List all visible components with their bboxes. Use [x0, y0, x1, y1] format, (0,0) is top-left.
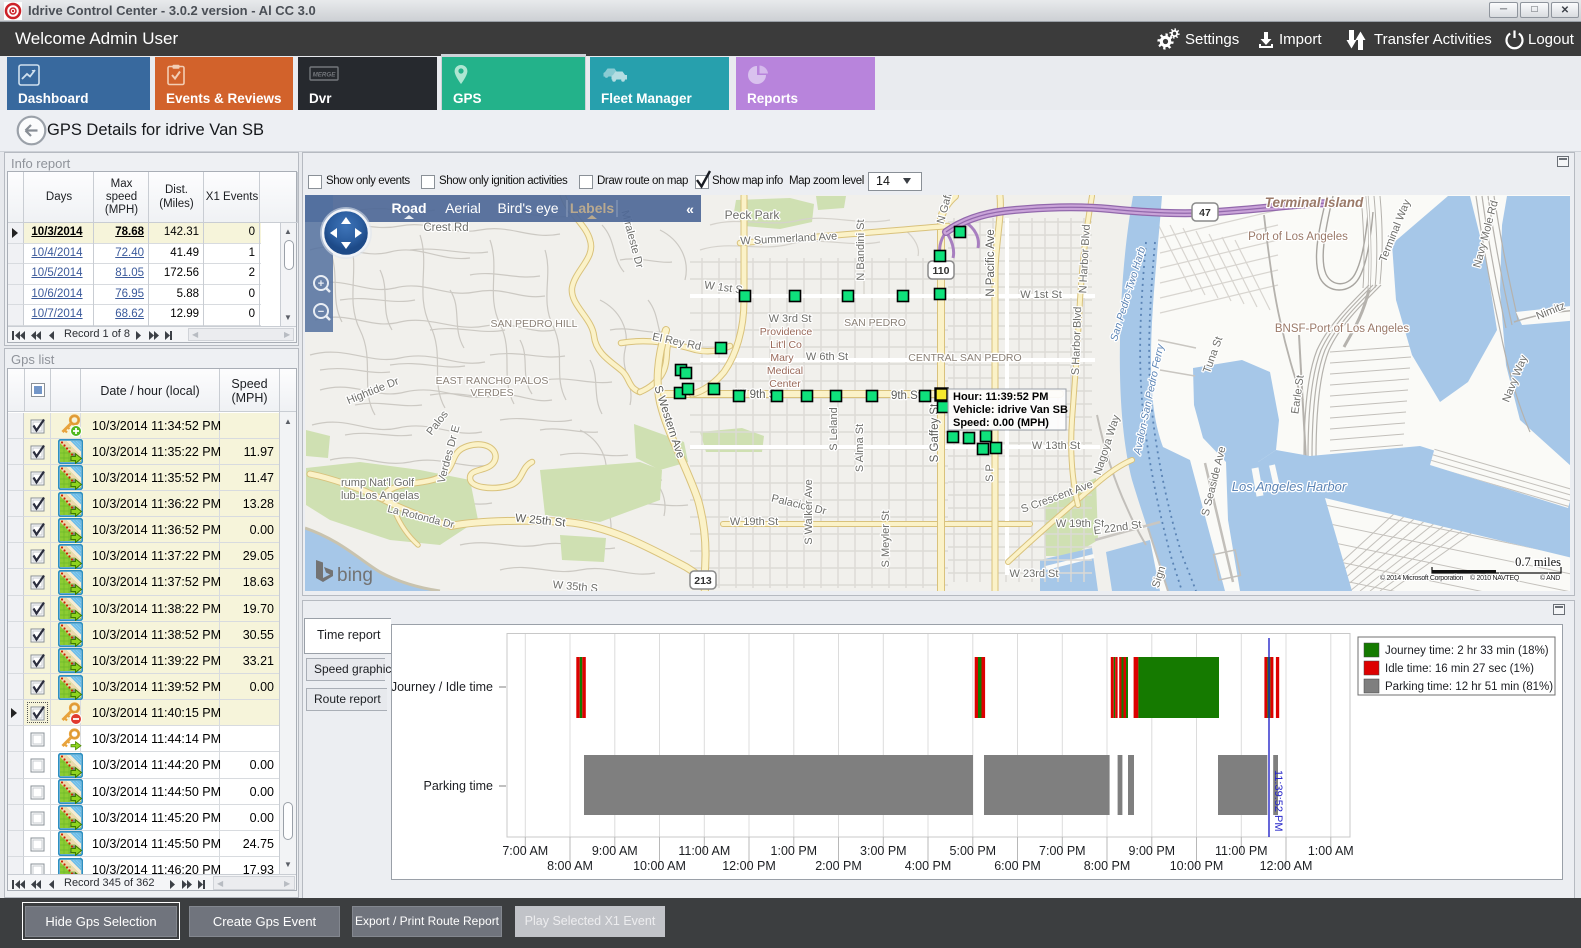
svg-text:12:00 PM: 12:00 PM: [722, 859, 776, 873]
svg-text:Los Angeles Harbor: Los Angeles Harbor: [1232, 479, 1347, 494]
svg-text:S Meyler St: S Meyler St: [880, 511, 892, 568]
svg-text:Hour: 11:39:52 PM: Hour: 11:39:52 PM: [953, 391, 1048, 403]
svg-text:© 2010 NAVTEQ: © 2010 NAVTEQ: [1470, 574, 1520, 582]
svg-text:© AND: © AND: [1540, 574, 1560, 582]
svg-text:110: 110: [933, 265, 950, 277]
svg-text:7:00 AM: 7:00 AM: [502, 844, 548, 858]
svg-text:Road: Road: [392, 200, 427, 216]
svg-text:Speed: 0.00 (MPH): Speed: 0.00 (MPH): [953, 417, 1049, 429]
svg-text:7:00 PM: 7:00 PM: [1039, 844, 1086, 858]
svg-text:C﻿ENTRAL S﻿AN P﻿EDRO: C﻿ENTRAL S﻿AN P﻿EDRO: [908, 352, 1021, 364]
svg-text:9th St: 9th St: [891, 390, 922, 402]
svg-text:Medical: Medical: [767, 365, 803, 377]
svg-text:+: +: [318, 278, 324, 290]
svg-text:W 6th St: W 6th St: [806, 351, 848, 363]
svg-text:11:00 AM: 11:00 AM: [678, 844, 730, 858]
svg-text:10:00 PM: 10:00 PM: [1170, 859, 1224, 873]
svg-text:BNSF-Port of Los Angeles: BNSF-Port of Los Angeles: [1275, 323, 1409, 335]
svg-text:Terminal Island: Terminal Island: [1265, 195, 1364, 210]
svg-text:47: 47: [1199, 207, 1211, 219]
svg-text:12:00 AM: 12:00 AM: [1260, 859, 1313, 873]
svg-text:lub-Los Angelas: lub-Los Angelas: [341, 490, 420, 502]
svg-text:Journey / Idle time: Journey / Idle time: [392, 680, 493, 694]
svg-text:Mary: Mary: [770, 352, 794, 364]
svg-text:bing: bing: [337, 565, 373, 586]
svg-text:5:00 PM: 5:00 PM: [950, 844, 997, 858]
svg-text:Aerial: Aerial: [445, 200, 481, 216]
svg-text:W 1st St: W 1st St: [1020, 289, 1062, 301]
svg-text:Vehicle: idrive Van SB: Vehicle: idrive Van SB: [953, 404, 1068, 416]
svg-text:9:00 AM: 9:00 AM: [592, 844, 638, 858]
svg-text:213: 213: [694, 575, 712, 587]
svg-text:8:00 AM: 8:00 AM: [547, 859, 593, 873]
svg-text:1:00 AM: 1:00 AM: [1308, 844, 1354, 858]
svg-text:MERGE: MERGE: [313, 72, 337, 79]
svg-text:Parking time: 12 hr 51 min (81: Parking time: 12 hr 51 min (81%): [1385, 681, 1553, 693]
svg-text:Journey time: 2 hr 33 min (18%: Journey time: 2 hr 33 min (18%): [1385, 645, 1549, 657]
svg-text:1:00 PM: 1:00 PM: [771, 844, 818, 858]
svg-text:W 3rd St: W 3rd St: [769, 313, 812, 325]
svg-text:0.7 miles: 0.7 miles: [1515, 555, 1561, 569]
svg-text:V﻿ERDES: V﻿ERDES: [470, 387, 513, 399]
svg-text:S﻿AN P﻿EDRO: S﻿AN P﻿EDRO: [844, 317, 906, 329]
svg-text:9:00 PM: 9:00 PM: [1129, 844, 1176, 858]
svg-text:Port of Los Angeles: Port of Los Angeles: [1248, 231, 1348, 243]
svg-text:10:00 AM: 10:00 AM: [633, 859, 686, 873]
svg-text:Labels: Labels: [570, 200, 615, 216]
svg-text:6:00 PM: 6:00 PM: [994, 859, 1041, 873]
svg-text:11:39:52 PM: 11:39:52 PM: [1272, 770, 1284, 832]
svg-text:3:00 PM: 3:00 PM: [860, 844, 907, 858]
svg-text:rump Nat'l Golf: rump Nat'l Golf: [341, 477, 415, 489]
svg-text:S Walker Ave: S Walker Ave: [803, 479, 815, 544]
svg-text:S Alma St: S Alma St: [854, 424, 866, 472]
svg-text:8:00 PM: 8:00 PM: [1084, 859, 1131, 873]
svg-text:N Bandini St: N Bandini St: [855, 219, 867, 280]
svg-text:Parking time: Parking time: [424, 779, 494, 793]
svg-text:W 19th St: W 19th St: [730, 516, 778, 528]
svg-text:W 23rd St: W 23rd St: [1010, 568, 1059, 580]
svg-text:S P: S P: [984, 464, 996, 482]
svg-text:Crest Rd: Crest Rd: [423, 222, 468, 234]
svg-text:−: −: [318, 306, 324, 318]
svg-text:Bird's eye: Bird's eye: [497, 200, 558, 216]
svg-text:S﻿AN P﻿EDRO H﻿ILL: S﻿AN P﻿EDRO H﻿ILL: [491, 318, 578, 330]
svg-text:E﻿AST R﻿ANCHO P﻿ALOS: E﻿AST R﻿ANCHO P﻿ALOS: [436, 375, 549, 387]
svg-text:Peck Park: Peck Park: [725, 208, 781, 222]
svg-text:Lit'l Co: Lit'l Co: [770, 339, 802, 351]
svg-text:N Pacific Ave: N Pacific Ave: [985, 229, 997, 297]
svg-text:W 13th St: W 13th St: [1032, 440, 1080, 452]
svg-text:Idle time: 16 min 27 sec (1%): Idle time: 16 min 27 sec (1%): [1385, 663, 1534, 675]
svg-text:S Harbor Blvd: S Harbor Blvd: [1070, 306, 1084, 375]
svg-text:«: «: [686, 201, 694, 217]
svg-text:© 2014 Microsoft Corporation: © 2014 Microsoft Corporation: [1380, 574, 1464, 582]
svg-text:S Leland: S Leland: [828, 407, 840, 450]
svg-text:Providence: Providence: [760, 326, 813, 338]
svg-text:11:00 PM: 11:00 PM: [1215, 844, 1268, 858]
svg-text:2:00 PM: 2:00 PM: [815, 859, 862, 873]
svg-text:4:00 PM: 4:00 PM: [905, 859, 952, 873]
